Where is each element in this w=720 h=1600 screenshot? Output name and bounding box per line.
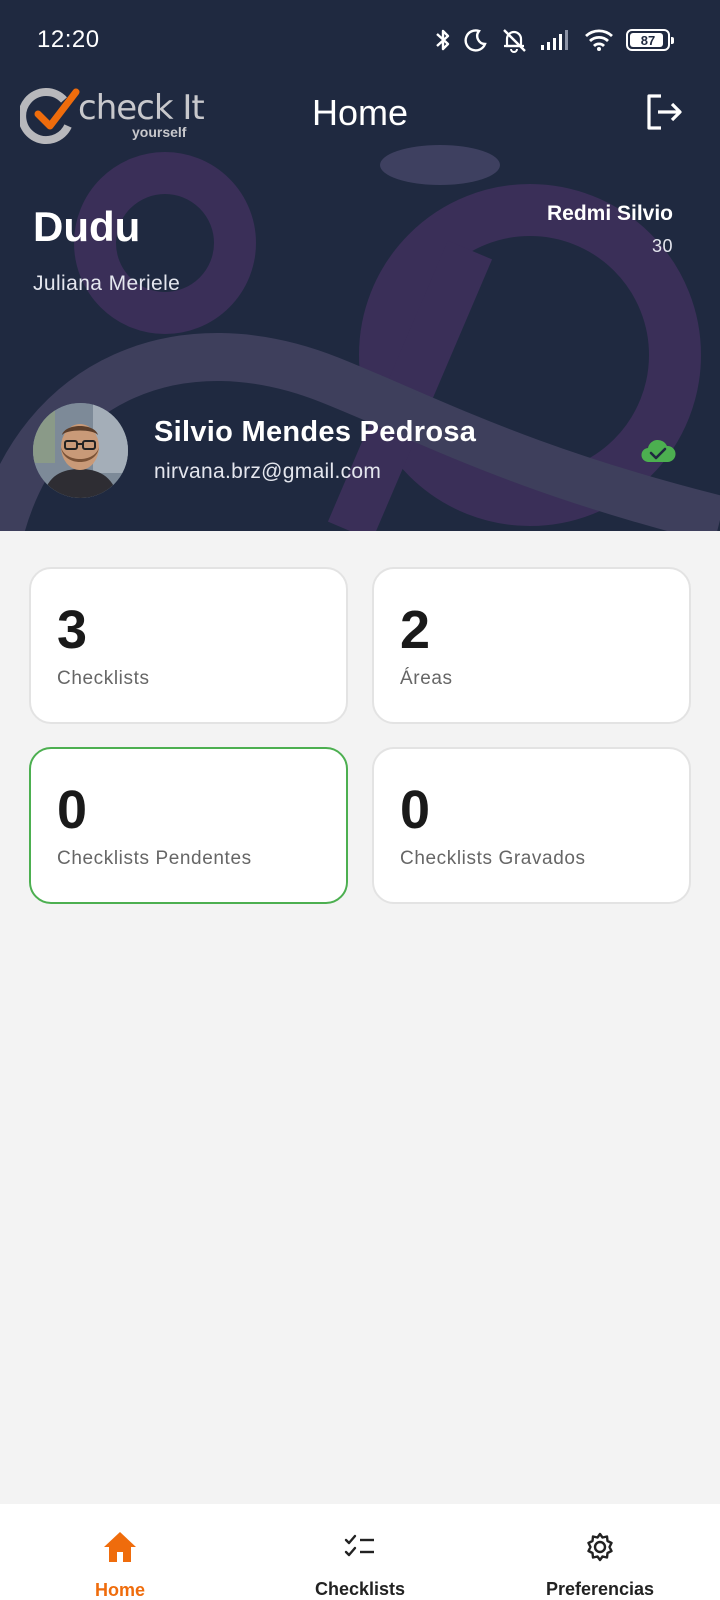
- status-bar: 12:20 87: [0, 0, 720, 80]
- battery-icon: 87: [626, 29, 674, 51]
- nav-label: Checklists: [314, 1579, 406, 1599]
- bluetooth-icon: [436, 29, 450, 51]
- status-icons: 87: [434, 22, 674, 58]
- avatar-photo: [33, 403, 128, 498]
- card-value: 2: [400, 600, 431, 660]
- cloud-check-icon: [641, 439, 676, 463]
- silent-bell-icon: [503, 29, 526, 53]
- wifi-icon: [585, 29, 613, 51]
- card-label: Checklists: [57, 668, 150, 689]
- home-icon: [102, 1530, 138, 1564]
- card-label: Checklists Gravados: [400, 848, 586, 869]
- bottom-navigation: Home Checklists Preferencias: [0, 1504, 720, 1600]
- card-label: Checklists Pendentes: [57, 848, 252, 869]
- app-bar: check It yourself Home: [0, 80, 720, 170]
- card-areas[interactable]: 2 Áreas: [372, 567, 691, 724]
- nav-label: Preferencias: [545, 1579, 655, 1599]
- card-checklists[interactable]: 3 Checklists: [29, 567, 348, 724]
- signal-icon: [541, 30, 568, 50]
- card-checklists-gravados[interactable]: 0 Checklists Gravados: [372, 747, 691, 904]
- card-value: 3: [57, 600, 88, 660]
- nav-label: Home: [94, 1580, 145, 1600]
- card-checklists-pendentes[interactable]: 0 Checklists Pendentes: [29, 747, 348, 904]
- summary-cards: 3 Checklists 2 Áreas 0 Checklists Penden…: [29, 567, 691, 904]
- company-name: Dudu: [33, 203, 141, 250]
- user-name: Silvio Mendes Pedrosa: [154, 416, 477, 448]
- user-email: nirvana.brz@gmail.com: [154, 460, 382, 483]
- status-time: 12:20: [37, 26, 100, 53]
- nav-item-checklists[interactable]: Checklists: [240, 1504, 480, 1600]
- card-label: Áreas: [400, 668, 453, 689]
- subcompany-name: Juliana Meriele: [33, 272, 181, 295]
- checklist-icon: [342, 1530, 378, 1563]
- battery-percentage: 87: [640, 32, 656, 48]
- avatar: [33, 403, 128, 498]
- device-name: Redmi Silvio: [546, 202, 673, 225]
- card-value: 0: [57, 780, 88, 840]
- logout-icon[interactable]: [644, 92, 684, 132]
- card-value: 0: [400, 780, 431, 840]
- page-title: Home: [311, 92, 409, 133]
- nav-item-home[interactable]: Home: [0, 1504, 240, 1600]
- device-count: 30: [651, 236, 673, 256]
- moon-icon: [464, 29, 487, 52]
- gear-icon: [582, 1530, 618, 1563]
- nav-item-preferencias[interactable]: Preferencias: [480, 1504, 720, 1600]
- header-banner: 12:20 87 check It yourself Home Dudu Jul…: [0, 0, 720, 531]
